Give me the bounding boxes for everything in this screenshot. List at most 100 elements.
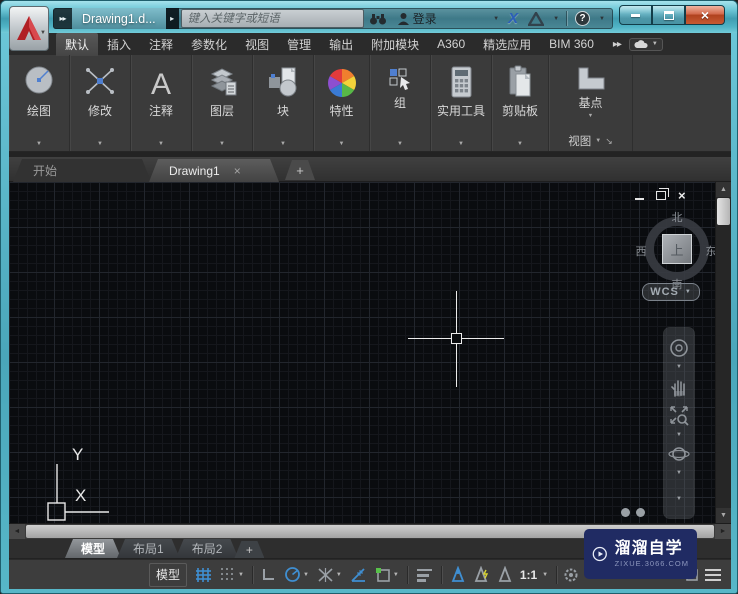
vertical-scroll-thumb[interactable]	[717, 198, 730, 225]
sign-in-button[interactable]: 登录	[392, 8, 442, 29]
panel-expand-icon[interactable]: ▼	[370, 141, 430, 147]
scroll-left-button[interactable]: ◄	[9, 524, 25, 539]
ribbon-tab-bim360[interactable]: BIM 360	[540, 34, 603, 54]
minimize-button[interactable]	[619, 5, 652, 25]
ribbon-tab-manage[interactable]: 管理	[278, 33, 320, 56]
vertical-scrollbar[interactable]: ▲ ▼	[715, 182, 731, 523]
layout-tab-layout1[interactable]: 布局1	[117, 539, 180, 558]
object-snap-button[interactable]: ▼	[371, 563, 403, 587]
model-space-button[interactable]: 模型	[149, 562, 188, 587]
help-dropdown[interactable]: ▼	[595, 16, 609, 22]
ribbon-tab-a360[interactable]: A360	[428, 34, 474, 54]
ribbon-tab-addins[interactable]: 附加模块	[362, 33, 428, 56]
panel-expand-icon[interactable]: ▼	[192, 141, 252, 147]
ribbon-overflow-button[interactable]: ▸▸	[609, 39, 625, 50]
document-title[interactable]: Drawing1.d...	[72, 8, 166, 29]
panel-expand-icon[interactable]: ▼	[431, 141, 491, 147]
qat-overflow-button[interactable]: ▸▸	[53, 14, 72, 23]
doc-flyout-button[interactable]: ▸	[165, 8, 179, 29]
vertical-scroll-track[interactable]	[716, 226, 731, 508]
chevron-down-icon[interactable]: ▼	[676, 432, 682, 438]
drawing-close-icon[interactable]: ×	[678, 189, 686, 202]
a360-button[interactable]	[523, 8, 549, 29]
panel-view[interactable]: 基点 ▼ 视图 ▼ ↘	[549, 55, 633, 151]
scroll-down-button[interactable]: ▼	[716, 508, 731, 523]
autoscale-button[interactable]	[470, 563, 494, 587]
ribbon-tab-annotate[interactable]: 注释	[140, 33, 182, 56]
drawing-restore-icon[interactable]	[656, 190, 666, 200]
application-menu-button[interactable]: ▼	[9, 6, 49, 51]
layout-tab-layout2[interactable]: 布局2	[176, 539, 239, 558]
base-point-dropdown-icon[interactable]: ▼	[588, 113, 593, 119]
object-snap-tracking-button[interactable]	[346, 563, 371, 587]
search-input[interactable]	[180, 9, 364, 28]
wcs-selector[interactable]: WCS ▼	[642, 283, 700, 301]
restore-button[interactable]	[652, 5, 685, 25]
panel-layers[interactable]: 图层 ▼	[192, 55, 253, 151]
panel-modify[interactable]: 修改 ▼	[70, 55, 131, 151]
chevron-down-icon[interactable]: ▼	[676, 364, 682, 370]
ribbon-tab-featured-apps[interactable]: 精选应用	[474, 33, 540, 56]
orbit-icon[interactable]	[668, 444, 690, 464]
view-panel-footer[interactable]: 视图 ▼ ↘	[549, 133, 632, 149]
panel-expand-icon[interactable]: ▼	[9, 141, 69, 147]
customization-menu-button[interactable]	[705, 568, 721, 581]
panel-draw[interactable]: 绘图 ▼	[9, 55, 70, 151]
panel-block[interactable]: 块 ▼	[253, 55, 314, 151]
chevron-down-icon[interactable]: ▼	[393, 572, 399, 578]
new-drawing-tab-button[interactable]: +	[285, 160, 315, 180]
scroll-up-button[interactable]: ▲	[716, 182, 731, 197]
viewcube-west[interactable]: 西	[631, 243, 651, 259]
ribbon-tab-home[interactable]: 默认	[56, 32, 99, 56]
panel-expand-icon[interactable]: ▼	[253, 141, 313, 147]
tab-close-icon[interactable]: ×	[234, 164, 241, 178]
chevron-down-icon[interactable]: ▼	[336, 572, 342, 578]
viewcube-top-face[interactable]: 上	[662, 234, 692, 264]
isometric-drafting-button[interactable]: ▼	[313, 563, 346, 587]
lineweight-button[interactable]	[412, 563, 437, 587]
polar-tracking-button[interactable]: ▼	[280, 563, 313, 587]
workspace-switching-button[interactable]	[562, 566, 580, 584]
drawing-canvas[interactable]: × 北 南 西 东 上 WCS ▼ ▼	[9, 182, 715, 523]
exchange-apps-button[interactable]: X	[503, 8, 523, 29]
annotation-scale-button[interactable]	[494, 563, 516, 587]
viewcube-north[interactable]: 北	[667, 209, 687, 225]
panel-expand-icon[interactable]: ▼	[492, 141, 548, 147]
navigation-wheel-icon[interactable]	[669, 338, 689, 358]
annotation-visibility-button[interactable]	[446, 563, 470, 587]
viewcube-east[interactable]: 东	[701, 243, 716, 259]
help-button[interactable]: ?	[570, 8, 595, 29]
zoom-extents-icon[interactable]	[668, 404, 690, 426]
new-layout-button[interactable]: +	[234, 541, 264, 558]
a360-dropdown[interactable]: ▼	[549, 16, 563, 22]
sign-in-dropdown[interactable]: ▼	[489, 16, 503, 22]
snap-mode-button[interactable]: ▼	[216, 563, 248, 587]
panel-clipboard[interactable]: 剪贴板 ▼	[492, 55, 549, 151]
panel-expand-icon[interactable]: ▼	[131, 141, 191, 147]
panel-annotate[interactable]: A 注释 ▼	[131, 55, 192, 151]
close-button[interactable]: ×	[685, 5, 725, 25]
panel-expand-icon[interactable]: ▼	[314, 141, 369, 147]
ribbon-tab-view[interactable]: 视图	[236, 33, 278, 56]
ribbon-tab-insert[interactable]: 插入	[98, 33, 140, 56]
panel-utilities[interactable]: 实用工具 ▼	[431, 55, 492, 151]
pan-hand-icon[interactable]	[669, 376, 689, 398]
file-tab-start[interactable]: 开始	[13, 159, 151, 182]
drawing-minimize-icon[interactable]	[635, 198, 644, 200]
chevron-down-icon[interactable]: ▼	[676, 470, 682, 476]
ribbon-tab-parametric[interactable]: 参数化	[182, 33, 236, 56]
ribbon-display-toggle[interactable]: ▼	[628, 37, 663, 51]
panel-expand-icon[interactable]: ▼	[70, 141, 130, 147]
search-button[interactable]	[364, 8, 392, 29]
grid-display-button[interactable]	[191, 563, 216, 587]
scroll-right-button[interactable]: ►	[715, 524, 731, 539]
layout-tab-model[interactable]: 模型	[65, 539, 121, 558]
chevron-down-icon[interactable]: ▼	[238, 572, 244, 578]
chevron-down-icon[interactable]: ▼	[303, 572, 309, 578]
ribbon-tab-output[interactable]: 输出	[320, 33, 362, 56]
ortho-mode-button[interactable]	[257, 563, 280, 587]
panel-groups[interactable]: 组 ▼	[370, 55, 431, 151]
annotation-scale-value[interactable]: 1:1 ▼	[516, 568, 552, 582]
navbar-more-icon[interactable]: ▼	[676, 496, 682, 502]
panel-properties[interactable]: 特性 ▼	[314, 55, 370, 151]
